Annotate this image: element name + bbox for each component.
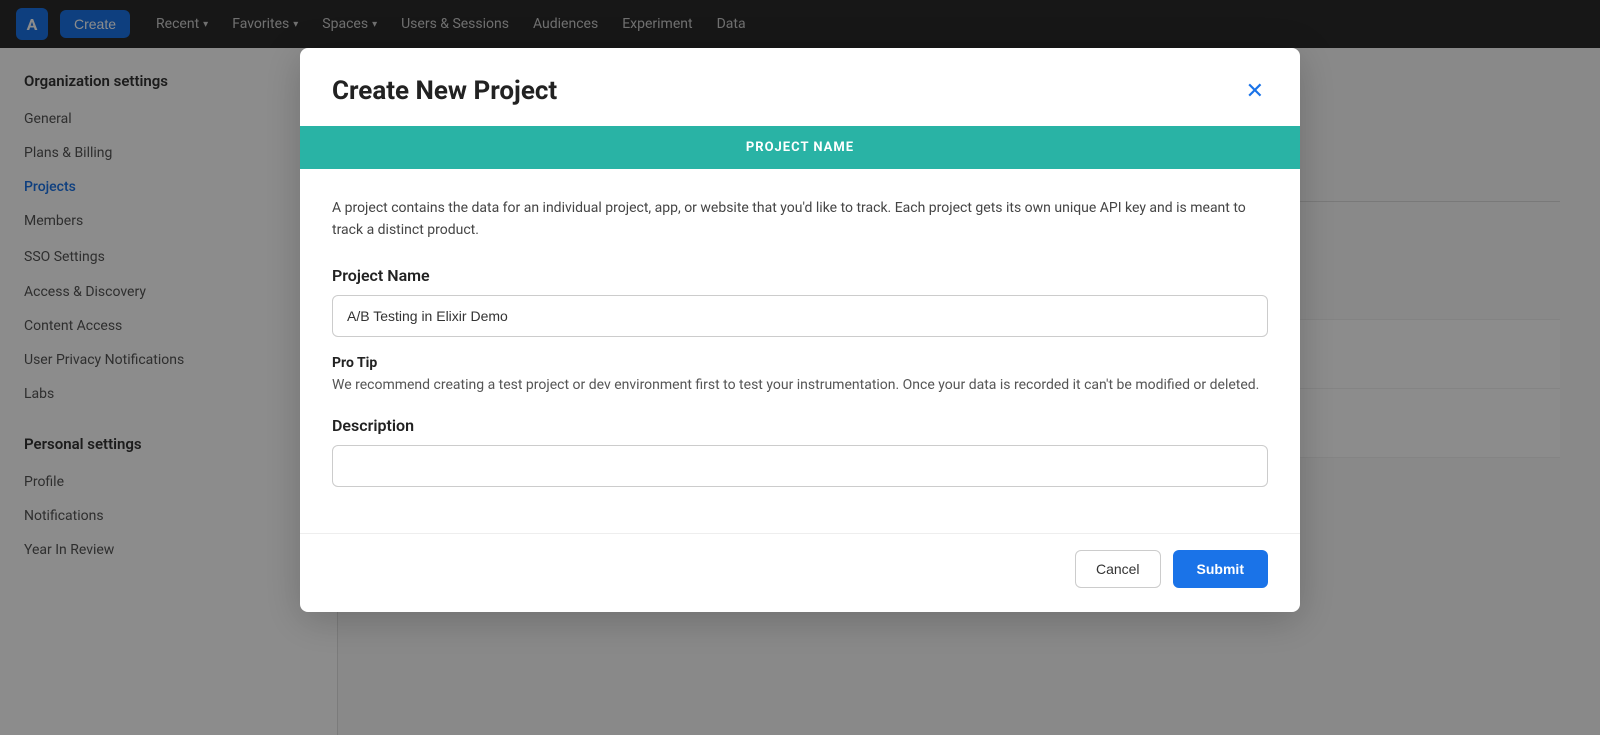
close-button[interactable]: ✕ [1242,76,1268,106]
pro-tip-title: Pro Tip [332,355,1268,371]
modal-description: A project contains the data for an indiv… [332,197,1268,242]
modal-header: Create New Project ✕ [300,48,1300,126]
modal-overlay: Create New Project ✕ PROJECT NAME A proj… [0,0,1600,735]
modal-footer: Cancel Submit [300,533,1300,612]
pro-tip-text: We recommend creating a test project or … [332,375,1268,396]
submit-button[interactable]: Submit [1173,550,1268,588]
modal-title: Create New Project [332,76,557,106]
modal-banner: PROJECT NAME [300,126,1300,169]
description-label: Description [332,416,1268,435]
project-name-input[interactable] [332,295,1268,337]
description-input[interactable] [332,445,1268,487]
modal-body: A project contains the data for an indiv… [300,169,1300,533]
cancel-button[interactable]: Cancel [1075,550,1161,588]
project-name-label: Project Name [332,266,1268,285]
pro-tip-box: Pro Tip We recommend creating a test pro… [332,355,1268,396]
modal: Create New Project ✕ PROJECT NAME A proj… [300,48,1300,612]
